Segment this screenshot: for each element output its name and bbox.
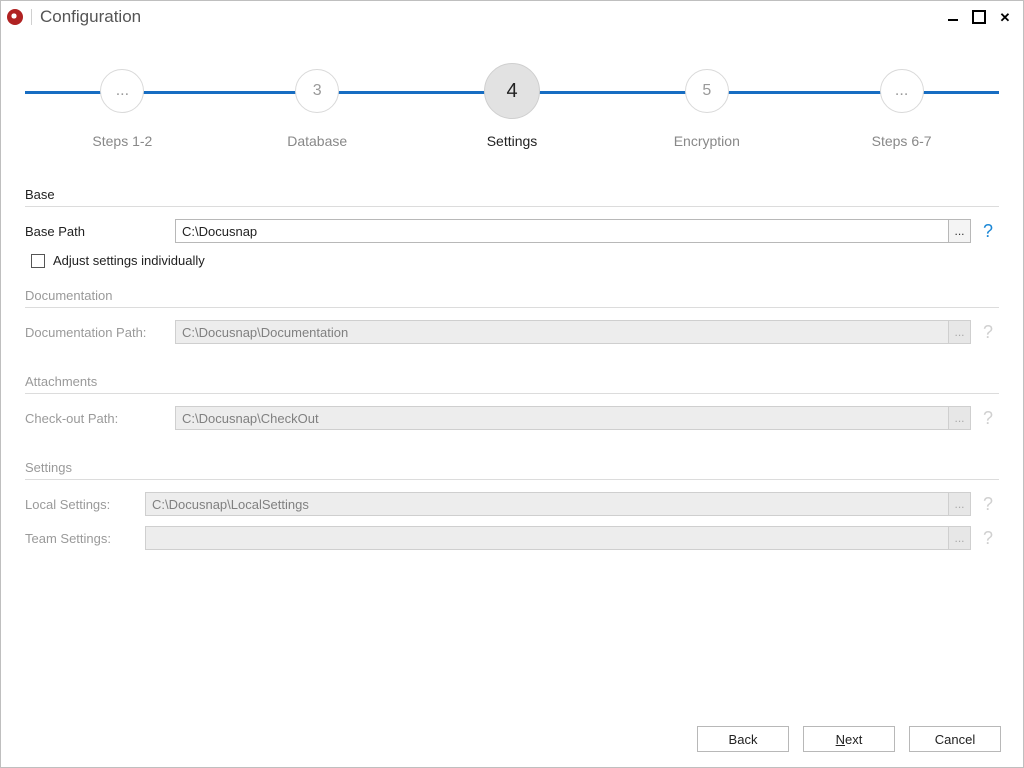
step-settings[interactable]: 4: [484, 63, 540, 119]
step-label-settings: Settings: [487, 133, 538, 149]
documentation-path-label: Documentation Path:: [25, 325, 175, 340]
team-settings-browse-button: ...: [949, 526, 971, 550]
step-label-1-2: Steps 1-2: [92, 133, 152, 149]
adjust-individually-checkbox[interactable]: Adjust settings individually: [31, 253, 999, 268]
maximize-icon[interactable]: [967, 5, 991, 29]
step-1-2[interactable]: ...: [100, 69, 144, 113]
window-title: Configuration: [40, 7, 141, 27]
wizard-footer: Back Next Cancel: [1, 711, 1023, 767]
local-settings-input: [145, 492, 949, 516]
section-rule: [25, 393, 999, 394]
back-button[interactable]: Back: [697, 726, 789, 752]
help-icon: ?: [977, 494, 999, 515]
help-icon: ?: [977, 528, 999, 549]
team-settings-input: [145, 526, 949, 550]
section-title-settings: Settings: [25, 460, 999, 475]
step-6-7[interactable]: ...: [880, 69, 924, 113]
step-label-encryption: Encryption: [674, 133, 740, 149]
base-path-browse-button[interactable]: ...: [949, 219, 971, 243]
next-button[interactable]: Next: [803, 726, 895, 752]
documentation-path-input: [175, 320, 949, 344]
step-label-6-7: Steps 6-7: [872, 133, 932, 149]
wizard-stepper: ... Steps 1-2 3 Database 4 Settings 5 En…: [25, 61, 999, 181]
step-database[interactable]: 3: [295, 69, 339, 113]
base-path-input[interactable]: [175, 219, 949, 243]
titlebar-divider: [31, 9, 32, 25]
section-title-documentation: Documentation: [25, 288, 999, 303]
wizard-body: ... Steps 1-2 3 Database 4 Settings 5 En…: [1, 33, 1023, 711]
close-icon[interactable]: [993, 5, 1017, 29]
checkout-path-input: [175, 406, 949, 430]
checkout-path-browse-button: ...: [949, 406, 971, 430]
section-rule: [25, 307, 999, 308]
checkout-path-label: Check-out Path:: [25, 411, 175, 426]
minimize-icon[interactable]: [941, 5, 965, 29]
help-icon: ?: [977, 322, 999, 343]
team-settings-label: Team Settings:: [25, 531, 145, 546]
step-encryption[interactable]: 5: [685, 69, 729, 113]
section-rule: [25, 206, 999, 207]
base-path-label: Base Path: [25, 224, 175, 239]
section-title-base: Base: [25, 187, 999, 202]
app-icon: [7, 9, 23, 25]
adjust-individually-label: Adjust settings individually: [53, 253, 205, 268]
section-rule: [25, 479, 999, 480]
step-label-database: Database: [287, 133, 347, 149]
help-icon[interactable]: ?: [977, 221, 999, 242]
local-settings-label: Local Settings:: [25, 497, 145, 512]
titlebar: Configuration: [1, 1, 1023, 33]
configuration-window: Configuration ... Steps 1-2 3 Database 4…: [0, 0, 1024, 768]
checkbox-icon: [31, 254, 45, 268]
help-icon: ?: [977, 408, 999, 429]
local-settings-browse-button: ...: [949, 492, 971, 516]
section-title-attachments: Attachments: [25, 374, 999, 389]
cancel-button[interactable]: Cancel: [909, 726, 1001, 752]
documentation-path-browse-button: ...: [949, 320, 971, 344]
